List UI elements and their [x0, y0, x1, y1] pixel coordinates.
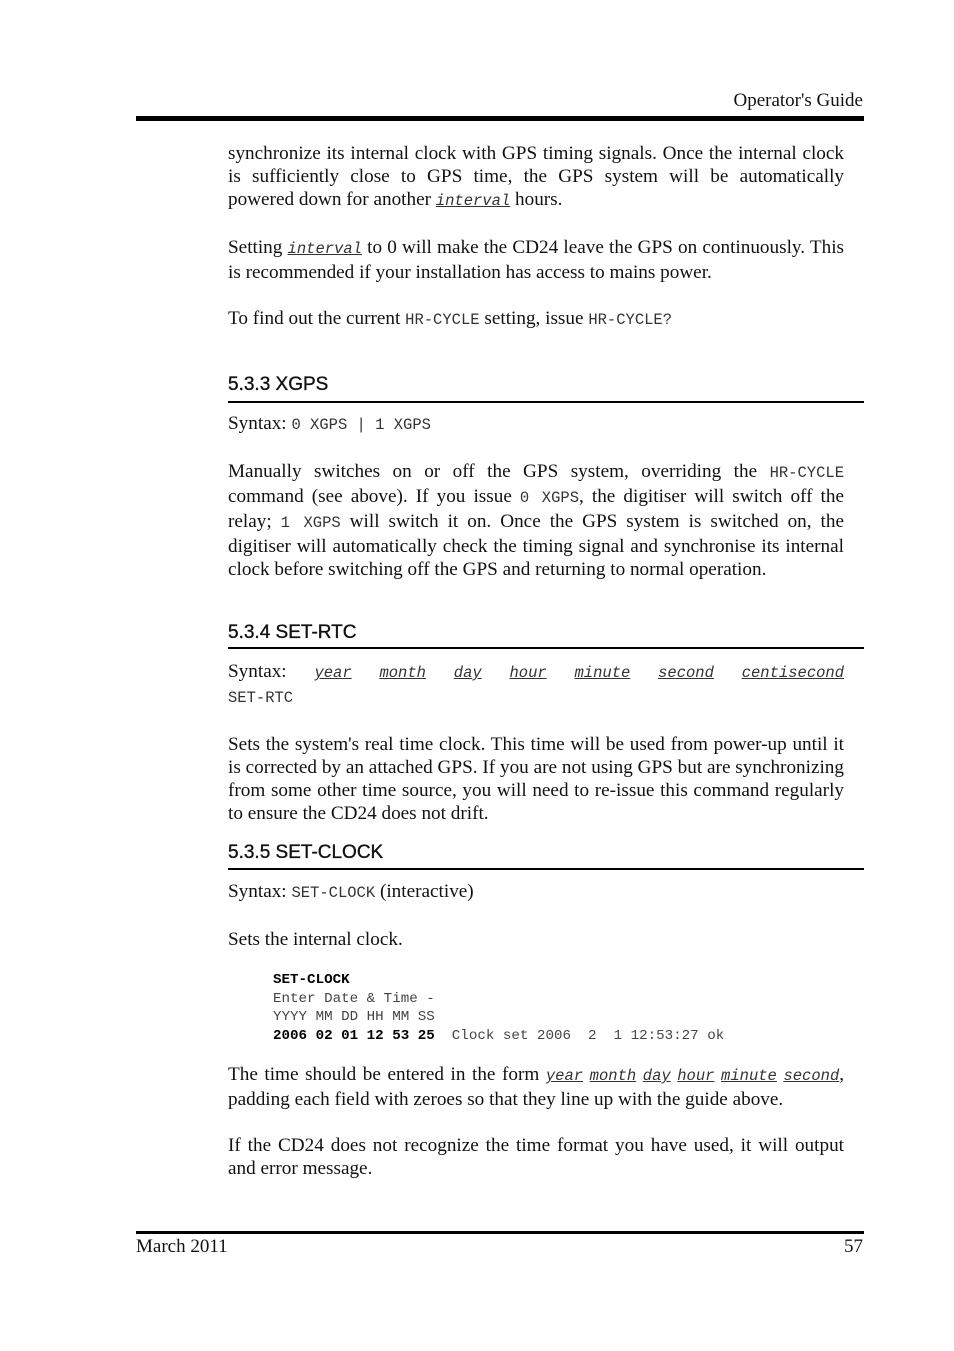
section-heading: 5.3.5 SET-CLOCK [228, 842, 384, 863]
section-set-rtc: 5.3.4 SET-RTC [228, 622, 864, 649]
section-set-clock: 5.3.5 SET-CLOCK [228, 842, 864, 870]
intro-text: synchronize its internal clock with GPS … [228, 142, 844, 355]
paragraph: Setting interval to 0 will make the CD24… [228, 237, 844, 283]
set-clock-body: Syntax: SET-CLOCK (interactive) Sets the… [228, 880, 844, 974]
section-heading: 5.3.4 SET-RTC [228, 622, 357, 643]
section-rule [228, 868, 864, 870]
footer-date: March 2011 [136, 1236, 228, 1257]
code-hr-cycle: HR-CYCLE [405, 311, 480, 329]
param-interval: interval [435, 192, 511, 210]
set-rtc-body: Syntax: year month day hour minute secon… [228, 660, 844, 848]
running-header: Operator's Guide [733, 90, 863, 111]
syntax-line: Syntax: SET-CLOCK (interactive) [228, 881, 474, 902]
xgps-body: Syntax: 0 XGPS | 1 XGPS Manually switche… [228, 412, 844, 604]
header-rule [136, 116, 864, 121]
code-hr-cycle-query: HR-CYCLE? [588, 311, 673, 329]
page-number: 57 [844, 1236, 863, 1257]
paragraph: If the CD24 does not recognize the time … [228, 1135, 844, 1179]
syntax-command: SET-RTC [228, 689, 294, 707]
syntax-line: Syntax: year month day hour minute secon… [228, 661, 845, 682]
paragraph: Sets the internal clock. [228, 929, 403, 950]
code-example: SET-CLOCK Enter Date & Time - YYYY MM DD… [273, 972, 725, 1044]
syntax-line: Syntax: 0 XGPS | 1 XGPS [228, 413, 431, 434]
paragraph: Sets the system's real time clock. This … [228, 734, 844, 824]
document-page: Operator's Guide synchronize its interna… [0, 0, 954, 1351]
paragraph: synchronize its internal clock with GPS … [228, 143, 844, 210]
set-clock-body-2: The time should be entered in the form y… [228, 1063, 844, 1203]
param-interval: interval [287, 240, 362, 258]
footer-rule [136, 1231, 864, 1234]
section-xgps: 5.3.3 XGPS [228, 374, 864, 403]
section-rule [228, 647, 864, 649]
section-heading: 5.3.3 XGPS [228, 374, 329, 395]
paragraph: Manually switches on or off the GPS syst… [228, 461, 844, 580]
paragraph: To find out the current HR-CYCLE setting… [228, 308, 673, 329]
paragraph: The time should be entered in the form y… [228, 1064, 845, 1110]
section-rule [228, 401, 864, 403]
